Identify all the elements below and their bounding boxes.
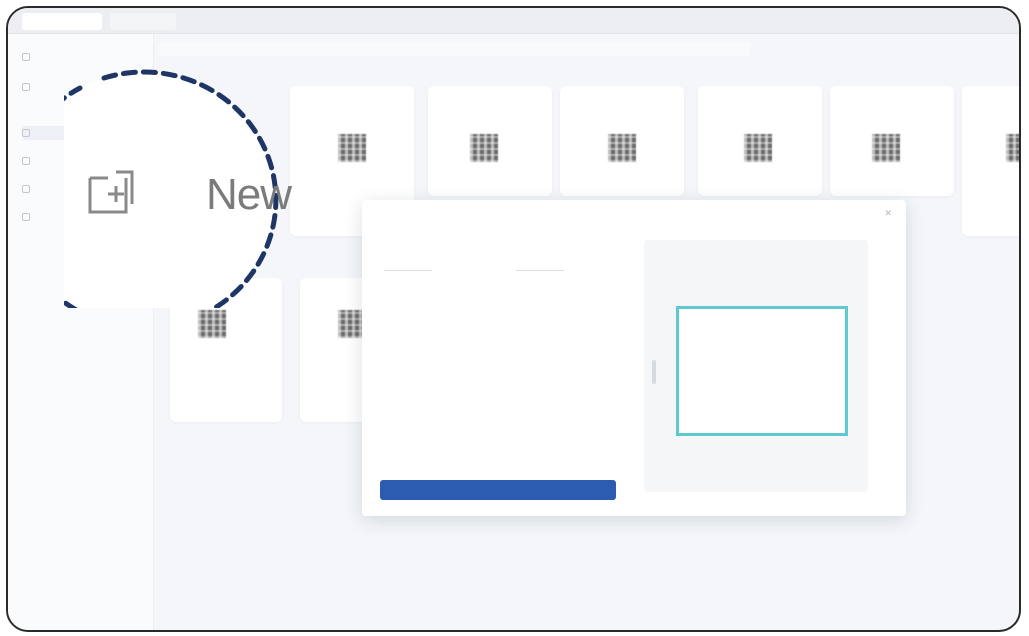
user-icon bbox=[22, 185, 30, 193]
qr-code-icon bbox=[1006, 134, 1019, 162]
settings-icon bbox=[22, 213, 30, 221]
new-document-icon[interactable] bbox=[86, 164, 138, 218]
preview-canvas[interactable] bbox=[676, 306, 848, 436]
qr-code-icon bbox=[470, 134, 498, 162]
qr-card[interactable] bbox=[830, 86, 954, 196]
qr-code-icon bbox=[744, 134, 772, 162]
close-icon[interactable]: ✕ bbox=[884, 208, 892, 219]
qr-code-icon bbox=[872, 134, 900, 162]
tab-inactive[interactable] bbox=[110, 13, 176, 30]
field-input[interactable] bbox=[384, 264, 432, 271]
layout-preview bbox=[644, 240, 868, 492]
grid-icon bbox=[22, 129, 30, 137]
new-icon bbox=[22, 53, 30, 61]
qr-code-icon bbox=[338, 134, 366, 162]
qr-card[interactable] bbox=[560, 86, 684, 196]
folder-icon bbox=[22, 83, 30, 91]
tab-active[interactable] bbox=[22, 13, 102, 30]
qr-code-icon bbox=[198, 310, 226, 338]
new-item-dialog: ✕ bbox=[362, 200, 906, 516]
layers-icon bbox=[22, 157, 30, 165]
title-bar bbox=[8, 8, 1019, 34]
field-input[interactable] bbox=[516, 264, 564, 271]
new-callout-label: New bbox=[206, 170, 292, 219]
qr-card[interactable] bbox=[962, 86, 1019, 236]
qr-code-icon bbox=[608, 134, 636, 162]
height-field[interactable] bbox=[512, 264, 564, 271]
create-button[interactable] bbox=[380, 480, 616, 500]
qr-card[interactable] bbox=[698, 86, 822, 196]
resize-handle[interactable] bbox=[652, 360, 656, 384]
width-field[interactable] bbox=[380, 264, 432, 271]
qr-card[interactable] bbox=[428, 86, 552, 196]
